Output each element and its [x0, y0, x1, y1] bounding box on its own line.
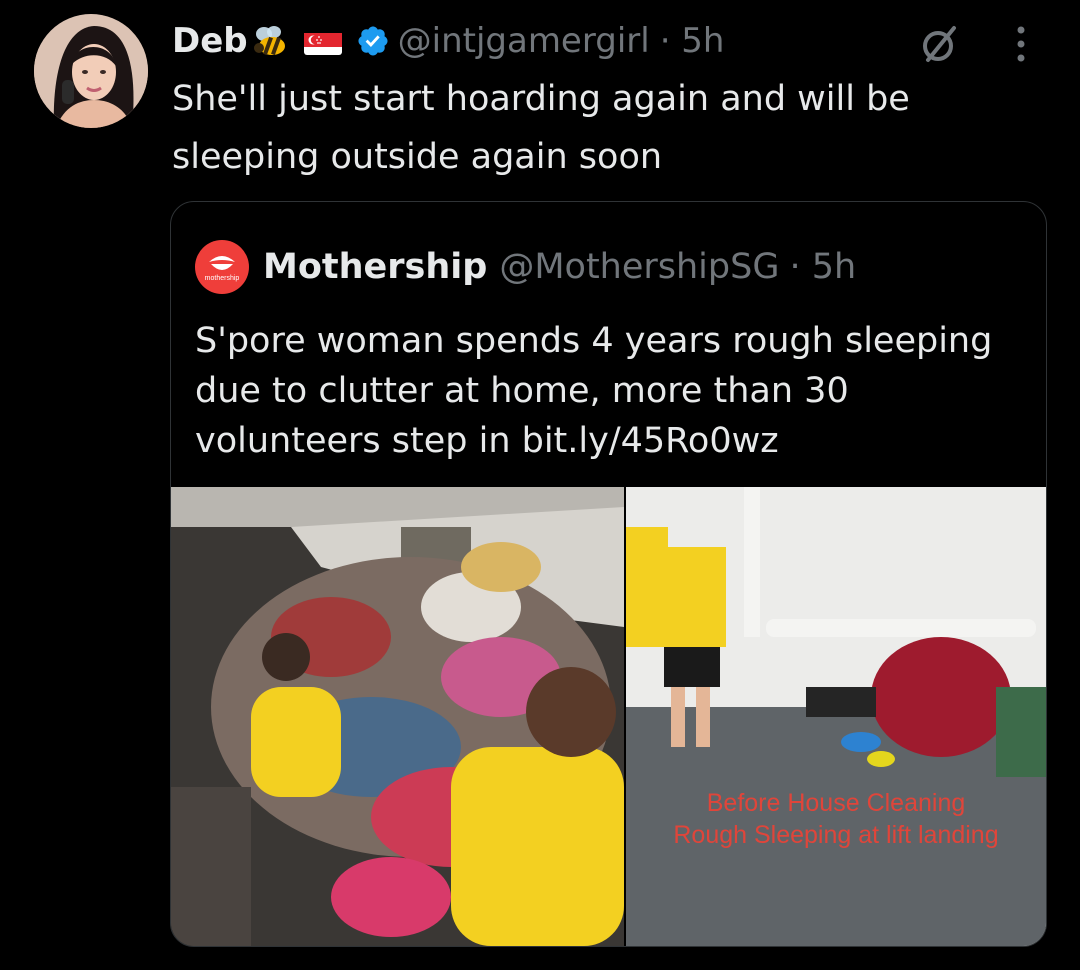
- caption-line-2: Rough Sleeping at lift landing: [673, 821, 999, 849]
- quoted-tweet-time[interactable]: · 5h: [789, 247, 856, 287]
- grok-icon[interactable]: [918, 22, 962, 66]
- bee-icon: [250, 24, 290, 58]
- hoarded-room-photo[interactable]: [171, 487, 624, 946]
- quoted-author-handle[interactable]: @MothershipSG: [499, 247, 779, 287]
- author-name[interactable]: Deb: [172, 18, 248, 64]
- rough-sleeping-photo[interactable]: Before House Cleaning Rough Sleeping at …: [626, 487, 1046, 946]
- quoted-author-name[interactable]: Mothership: [263, 247, 487, 287]
- verified-badge-icon[interactable]: [356, 24, 390, 58]
- quoted-tweet-text: S'pore woman spends 4 years rough sleepi…: [195, 321, 993, 461]
- tweet-text: She'll just start hoarding again and wil…: [172, 79, 910, 177]
- quoted-tweet-header: mothership Mothership @MothershipSG · 5h: [195, 240, 856, 294]
- author-handle[interactable]: @intjgamergirl: [398, 18, 650, 64]
- quoted-tweet-media[interactable]: Before House Cleaning Rough Sleeping at …: [171, 487, 1046, 946]
- caption-line-1: Before House Cleaning: [706, 789, 966, 817]
- mothership-logo-text: mothership: [204, 275, 240, 282]
- tweet-time[interactable]: · 5h: [660, 18, 725, 64]
- quoted-tweet[interactable]: mothership Mothership @MothershipSG · 5h…: [170, 201, 1047, 947]
- avatar[interactable]: [34, 14, 148, 128]
- mothership-logo-icon[interactable]: mothership: [195, 240, 249, 294]
- photo-caption: Before House Cleaning Rough Sleeping at …: [626, 787, 1046, 851]
- avatar-image: [34, 14, 148, 128]
- singapore-flag-icon: [303, 27, 342, 55]
- more-icon[interactable]: [1006, 22, 1036, 66]
- tweet-header: Deb @intjgamergirl · 5h: [172, 18, 724, 64]
- tweet[interactable]: Deb @intjgamergirl · 5h She'll just star…: [0, 0, 1080, 970]
